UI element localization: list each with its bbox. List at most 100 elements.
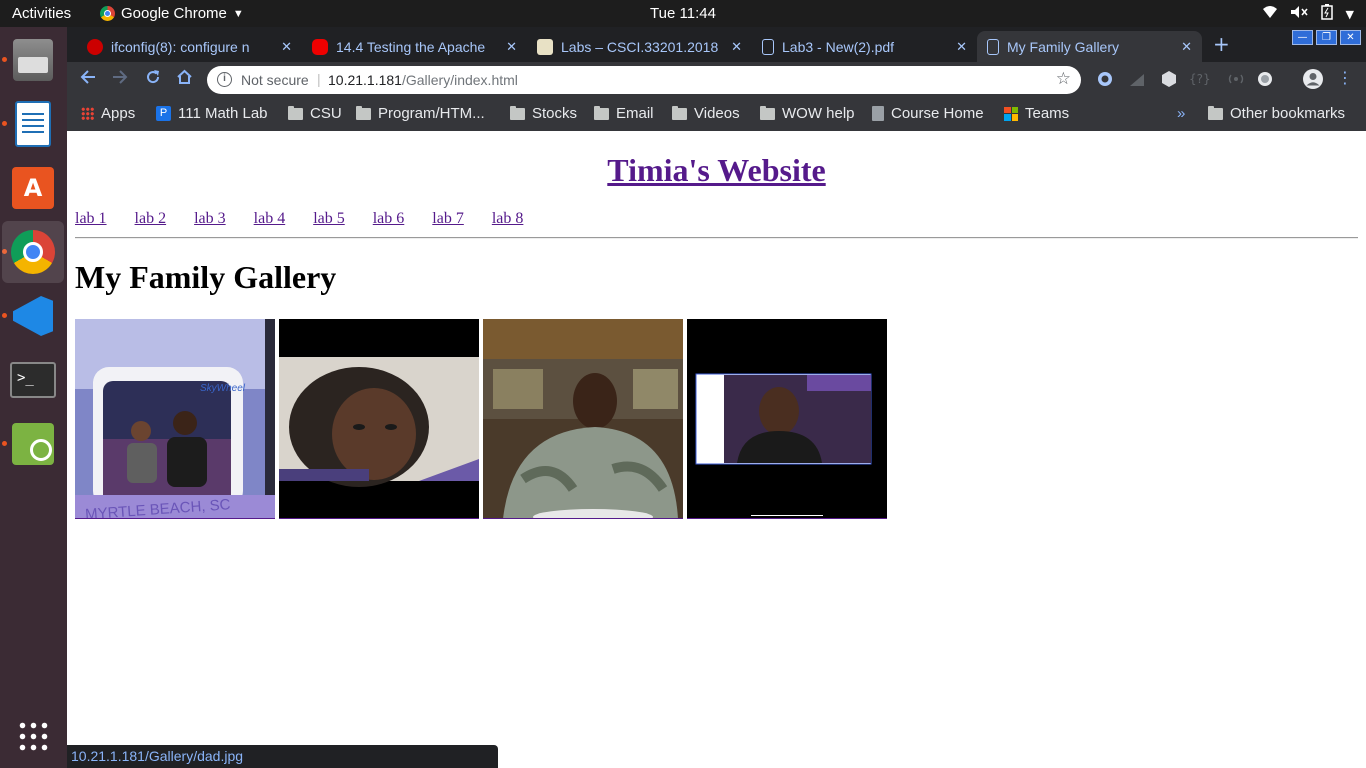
close-icon[interactable]: ✕ — [506, 39, 517, 55]
bookmark-label: Videos — [694, 105, 740, 122]
bookmark-program-htm[interactable]: Program/HTM... — [356, 105, 485, 122]
svg-text:SkyWheel: SkyWheel — [200, 383, 246, 394]
system-tray[interactable]: ▼ — [1262, 4, 1354, 24]
close-icon[interactable]: ✕ — [956, 39, 967, 55]
bookmark-stocks[interactable]: Stocks — [510, 105, 577, 122]
signal-extension-icon[interactable] — [1128, 70, 1146, 88]
maximize-button[interactable]: ❐ — [1316, 30, 1337, 45]
writer-launcher[interactable] — [8, 99, 58, 149]
nav-link-lab-1[interactable]: lab 1 — [75, 210, 107, 227]
close-window-button[interactable]: ✕ — [1340, 30, 1361, 45]
reload-button[interactable] — [145, 69, 161, 90]
bookmark-wow-help[interactable]: WOW help — [760, 105, 855, 122]
nav-link-lab-5[interactable]: lab 5 — [313, 210, 345, 227]
page-viewport: Timia's Website lab 1 lab 2 lab 3 lab 4 … — [67, 131, 1366, 768]
photo-link-woman[interactable] — [279, 319, 479, 519]
nav-link-lab-7[interactable]: lab 7 — [432, 210, 464, 227]
bookmark-videos[interactable]: Videos — [672, 105, 740, 122]
address-bar[interactable]: i Not secure | 10.21.1.181/Gallery/index… — [207, 66, 1081, 94]
radio-extension-icon[interactable] — [1227, 70, 1245, 88]
oracle-icon — [312, 38, 328, 55]
bookmark-label: Teams — [1025, 105, 1070, 122]
photo-link-young-man[interactable] — [687, 319, 887, 519]
close-icon[interactable]: ✕ — [281, 39, 292, 55]
nav-link-lab-3[interactable]: lab 3 — [194, 210, 226, 227]
chrome-launcher[interactable] — [2, 221, 64, 283]
kebab-menu-icon[interactable]: ⋮ — [1337, 68, 1355, 87]
wifi-icon — [1262, 5, 1278, 23]
files-launcher[interactable] — [8, 35, 58, 85]
profile-avatar-icon[interactable] — [1302, 68, 1324, 90]
document-icon — [987, 38, 999, 55]
document-icon — [762, 38, 774, 55]
app-menu[interactable]: Google Chrome ▼ — [100, 5, 244, 22]
vscode-icon — [13, 296, 53, 336]
reload-icon — [147, 70, 160, 84]
running-indicator — [2, 57, 7, 62]
software-store-launcher[interactable]: A — [8, 163, 58, 213]
page-icon — [872, 106, 884, 121]
app-menu-label: Google Chrome — [121, 5, 227, 22]
photo-link-couple[interactable]: MYRTLE BEACH, SC SkyWheel — [75, 319, 275, 519]
gnome-top-bar: Activities Google Chrome ▼ Tue 11:44 ▼ — [0, 0, 1366, 27]
new-tab-button[interactable]: + — [1213, 32, 1230, 56]
braces-extension-icon[interactable]: {?} — [1189, 72, 1213, 90]
image-viewer-launcher[interactable] — [8, 419, 58, 469]
lab-nav: lab 1 lab 2 lab 3 lab 4 lab 5 lab 6 lab … — [75, 210, 547, 228]
info-icon[interactable]: i — [217, 72, 232, 87]
writer-icon — [15, 101, 51, 147]
chrome-icon — [100, 6, 115, 21]
dot-extension-icon[interactable] — [1256, 70, 1274, 88]
nav-link-lab-6[interactable]: lab 6 — [373, 210, 405, 227]
show-apps-button[interactable] — [8, 711, 58, 761]
minimize-button[interactable]: — — [1292, 30, 1313, 45]
nav-link-lab-4[interactable]: lab 4 — [254, 210, 286, 227]
tab-labs[interactable]: Labs – CSCI.33201.2018 ✕ — [527, 31, 752, 62]
forward-button[interactable] — [112, 69, 128, 90]
bookmark-csu[interactable]: CSU — [288, 105, 342, 122]
running-indicator — [2, 121, 7, 126]
tab-strip: ifconfig(8): configure n ✕ 14.4 Testing … — [67, 27, 1366, 62]
tab-lab3-pdf[interactable]: Lab3 - New(2).pdf ✕ — [752, 31, 977, 62]
security-label[interactable]: Not secure — [241, 72, 309, 88]
terminal-icon: >_ — [10, 362, 56, 398]
tab-title: My Family Gallery — [1007, 38, 1120, 55]
vscode-launcher[interactable] — [8, 291, 58, 341]
bookmark-label: Apps — [101, 105, 136, 122]
bookmark-label: 111 Math Lab — [178, 105, 268, 122]
tab-family-gallery[interactable]: My Family Gallery ✕ — [977, 31, 1202, 62]
bookmark-math-lab[interactable]: P 111 Math Lab — [156, 105, 268, 122]
bookmark-label: Email — [616, 105, 654, 122]
activities-button[interactable]: Activities — [12, 5, 71, 22]
woman-selfie — [279, 319, 479, 518]
bookmarks-overflow-button[interactable]: » — [1177, 105, 1185, 122]
nav-link-lab-8[interactable]: lab 8 — [492, 210, 524, 227]
battery-icon — [1320, 4, 1334, 24]
bookmark-teams[interactable]: Teams — [1004, 105, 1069, 122]
terminal-launcher[interactable]: >_ — [8, 355, 58, 405]
home-button[interactable] — [176, 69, 193, 90]
back-button[interactable] — [80, 69, 96, 90]
bookmark-apps[interactable]: Apps — [81, 105, 135, 122]
nav-link-lab-2[interactable]: lab 2 — [135, 210, 167, 227]
folder-icon — [288, 105, 303, 120]
site-title-link[interactable]: Timia's Website — [67, 152, 1366, 189]
bookmark-email[interactable]: Email — [594, 105, 654, 122]
extension-circle-icon[interactable] — [1096, 70, 1114, 88]
url-text[interactable]: 10.21.1.181/Gallery/index.html — [328, 72, 518, 88]
chrome-icon — [11, 230, 55, 274]
other-bookmarks[interactable]: Other bookmarks — [1208, 105, 1345, 122]
close-icon[interactable]: ✕ — [731, 39, 742, 55]
photo-link-soldier[interactable] — [483, 319, 683, 519]
running-indicator — [2, 313, 7, 318]
image-viewer-icon — [12, 423, 54, 465]
tab-title: Lab3 - New(2).pdf — [782, 38, 895, 55]
tab-title: ifconfig(8): configure n — [111, 38, 250, 55]
clock[interactable]: Tue 11:44 — [650, 5, 716, 22]
bookmark-star-icon[interactable]: ☆ — [1056, 69, 1071, 89]
tab-apache[interactable]: 14.4 Testing the Apache ✕ — [302, 31, 527, 62]
cube-extension-icon[interactable] — [1160, 70, 1178, 88]
close-icon[interactable]: ✕ — [1181, 39, 1192, 55]
bookmark-course-home[interactable]: Course Home — [872, 105, 984, 122]
tab-ifconfig[interactable]: ifconfig(8): configure n ✕ — [77, 31, 302, 62]
